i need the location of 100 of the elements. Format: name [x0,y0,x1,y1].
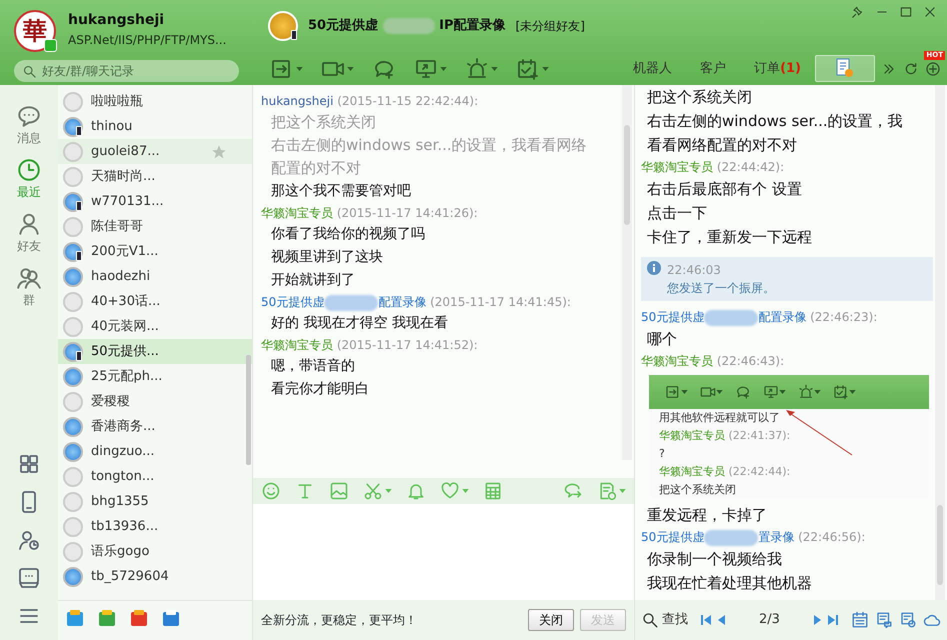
first-page-icon[interactable] [700,614,712,626]
nav-item[interactable]: 消息 [16,103,42,147]
info-icon [647,261,661,275]
contact-item[interactable]: 天猫时尚... [58,164,252,189]
document-globe-icon[interactable] [898,611,917,629]
contact-name: tongton... [91,468,154,486]
message-text: 哪个 [646,329,678,350]
find-button[interactable]: 查找 [641,610,688,630]
toolbar-button[interactable] [329,481,349,501]
tab[interactable]: 客户 [686,54,740,82]
tab[interactable]: 订单(1) [740,54,815,82]
toolbar-button[interactable] [261,481,281,501]
contact-name: 50元提供... [91,342,159,361]
message-text: 右击左侧的windows ser...的设置，我 [646,111,904,132]
contact-item[interactable]: 语乐gogo [58,539,252,564]
last-page-icon[interactable] [826,614,839,626]
maximize-icon[interactable] [899,5,913,19]
caret-icon [681,390,688,394]
user-avatar[interactable]: 華 [14,10,56,52]
apps-icon[interactable] [17,452,41,476]
contact-item[interactable]: 25元配ph... [58,364,252,389]
toolbar-button[interactable] [465,56,498,80]
document-clock-icon [836,58,854,78]
calendar-check-icon [516,56,540,80]
screenshot-message-text: 把这个系统关闭 [658,482,737,498]
scrollbar[interactable] [246,355,251,465]
scrollbar[interactable] [622,85,632,460]
screenshot-message-header: 华籁淘宝专员 (22:41:37): [658,428,792,444]
contact-item[interactable]: 陈佳哥哥 [58,214,252,239]
notice-time: 22:46:03 [667,262,722,279]
toolbar-button[interactable] [516,56,549,80]
contact-item[interactable]: 香港商务... [58,414,252,439]
contact-item[interactable]: tb13936... [58,514,252,539]
calendar-icon[interactable] [850,611,869,629]
contact-item[interactable]: dingzuo... [58,439,252,464]
tile-icon[interactable] [162,609,180,627]
contact-item[interactable]: tongton... [58,464,252,489]
contact-item[interactable]: 40元装网... [58,314,252,339]
close-icon[interactable] [923,5,937,19]
box-face-icon[interactable] [98,609,116,627]
screenshot-message-text: 用其他软件远程就可以了 [658,410,781,426]
message-text: 你录制一个视频给我 [646,549,783,570]
user-signature[interactable]: ASP.Net/IIS/PHP/FTP/MYS... [68,31,226,49]
caret-icon [849,390,856,394]
smiley-icon [261,481,281,501]
footer-notice: 全新分流，更稳定，更平均！ [261,612,417,629]
contact-item[interactable]: guolei87... [58,139,252,164]
tab[interactable] [815,55,875,82]
screenshot-message-header: 华籁淘宝专员 (22:42:44): [658,464,792,480]
message-header: 50元提供虚 配置录像 (2015-11-17 14:41:45): [261,294,572,312]
image-icon [329,481,349,501]
contact-item[interactable]: thinou [58,114,252,139]
contact-name: bhg1355 [91,492,149,511]
contact-item[interactable]: 爱稷稷 [58,389,252,414]
contact-item[interactable]: haodezhi [58,264,252,289]
contact-name: 香港商务... [91,418,156,436]
contact-item[interactable]: 40+30话... [58,289,252,314]
chat-title: 50元提供虚 IP配置录像 [308,16,506,36]
contact-name: guolei87... [91,142,160,161]
contact-item[interactable]: bhg1355 [58,489,252,514]
message-header: 华籁淘宝专员 (2015-11-17 14:41:52): [261,337,479,354]
search-icon [22,64,37,79]
contact-item[interactable]: 50元提供... [58,339,252,364]
contact-name: 啦啦啦瓶 [91,92,143,111]
contact-item[interactable]: w770131... [58,189,252,214]
contact-item[interactable]: tb_5729604 [58,564,252,589]
message-text: 看看网络配置的对不对 [646,135,798,156]
document-chat-icon[interactable] [874,611,893,629]
toolbar-button[interactable] [483,481,503,501]
inbox-icon[interactable] [17,566,41,590]
tab[interactable]: 机器人 [619,54,686,82]
contact-name: thinou [91,118,132,136]
shop-icon[interactable] [130,609,148,627]
nav-item[interactable]: 好友 [16,211,42,255]
screenshot-message-text: ? [658,446,666,462]
message-text: 把这个系统关闭 [646,87,753,108]
star-icon[interactable] [211,144,227,160]
contact-name: 爱稷稷 [91,392,130,411]
add-icon[interactable] [925,60,941,76]
pin-icon[interactable] [851,5,865,19]
contact-item[interactable]: 啦啦啦瓶 [58,89,252,114]
contact-name: 200元V1... [91,242,158,261]
contact-name: 40+30话... [91,292,160,311]
caret-icon [619,489,626,493]
caret-icon [779,390,786,394]
clock-icon [16,157,42,183]
contact-name: dingzuo... [91,442,155,461]
message-text: 那这个我不需要管对吧 [270,182,412,201]
contact-avatar[interactable] [268,11,298,41]
person-clock-icon[interactable] [17,528,41,552]
message-input[interactable] [253,504,634,600]
message-text: 配置的对不对 [270,158,362,179]
refresh-icon[interactable] [903,60,919,76]
action-button[interactable]: 关闭 [528,609,574,631]
caret-icon [716,390,723,394]
nav-item[interactable]: 群 [16,265,42,309]
toolbar-button[interactable] [363,481,392,501]
toolbar-button[interactable] [440,481,469,501]
scrollbar[interactable] [935,85,945,600]
contact-item[interactable]: 200元V1... [58,239,252,264]
